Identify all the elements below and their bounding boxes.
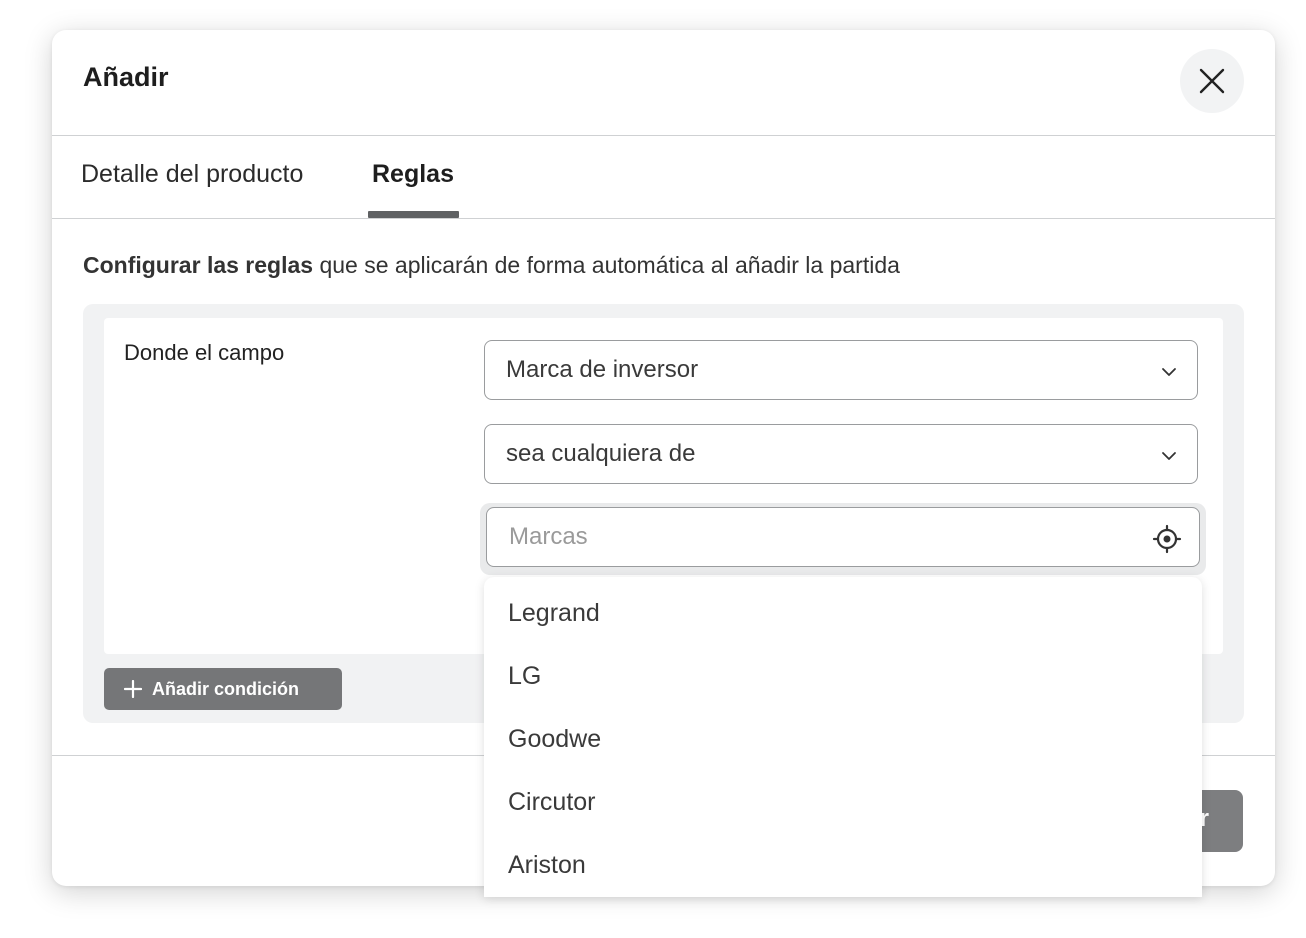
add-condition-label: Añadir condición <box>152 678 300 699</box>
rule-field-label: Donde el campo <box>124 340 285 365</box>
active-tab-indicator <box>368 211 459 218</box>
dropdown-option[interactable]: Legrand <box>508 599 600 628</box>
tab-product-detail[interactable]: Detalle del producto <box>81 160 303 189</box>
dropdown-option[interactable]: Goodwe <box>508 725 601 754</box>
operator-select-value: sea cualquiera de <box>506 440 696 467</box>
rules-intro-text: que se aplicarán de forma automática al … <box>313 252 900 278</box>
brands-search-input[interactable] <box>486 507 1200 567</box>
dropdown-option[interactable]: LG <box>508 662 541 691</box>
header-divider <box>52 135 1275 136</box>
brands-dropdown-viewport: Legrand LG Goodwe Circutor Ariston <box>484 577 1202 886</box>
brands-dropdown: Legrand LG Goodwe Circutor Ariston <box>484 577 1202 897</box>
field-select[interactable]: Marca de inversor <box>484 340 1198 400</box>
add-condition-button[interactable]: Añadir condición <box>104 668 342 710</box>
rules-intro-bold: Configurar las reglas <box>83 252 314 278</box>
field-select-value: Marca de inversor <box>506 356 699 383</box>
operator-select[interactable]: sea cualquiera de <box>484 424 1198 484</box>
tab-rules[interactable]: Reglas <box>372 160 454 189</box>
plus-icon <box>124 680 142 698</box>
tabs-divider <box>52 218 1275 219</box>
target-icon[interactable] <box>1152 524 1182 554</box>
close-button[interactable] <box>1180 49 1244 113</box>
values-input-focus-ring <box>480 503 1206 575</box>
dialog-title: Añadir <box>83 62 169 92</box>
close-icon[interactable] <box>1199 68 1225 94</box>
chevron-down-icon <box>1162 368 1176 376</box>
dropdown-option[interactable]: Circutor <box>508 788 596 817</box>
dropdown-option[interactable]: Ariston <box>508 851 586 880</box>
rules-intro: Configurar las reglas que se aplicarán d… <box>83 252 900 279</box>
chevron-down-icon <box>1162 452 1176 460</box>
